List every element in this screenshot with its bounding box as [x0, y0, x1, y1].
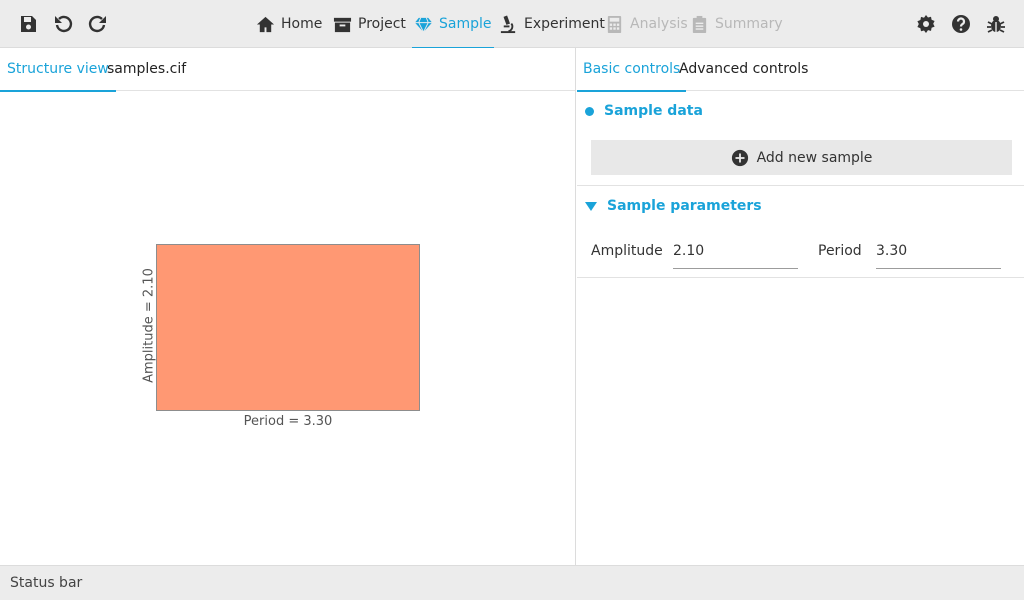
divider	[577, 185, 1024, 186]
add-new-sample-label: Add new sample	[756, 149, 873, 166]
sample-data-title: Sample data	[604, 103, 703, 119]
structure-shape	[156, 244, 420, 411]
bug-icon	[987, 16, 1005, 33]
tab-summary[interactable]: Summary	[690, 0, 783, 48]
save-button[interactable]	[16, 12, 40, 36]
undo-icon	[55, 15, 73, 33]
help-icon	[952, 15, 970, 33]
preferences-button[interactable]	[914, 12, 938, 36]
tab-advanced-controls[interactable]: Advanced controls	[673, 48, 814, 91]
amplitude-axis-label: Amplitude = 2.10	[141, 268, 157, 383]
tab-home-label: Home	[281, 16, 323, 32]
amplitude-label: Amplitude	[591, 243, 663, 259]
archive-icon	[333, 17, 352, 32]
tab-samples-cif-label: samples.cif	[107, 61, 187, 77]
status-bar: Status bar	[0, 565, 1024, 600]
tab-structure-view-label: Structure view	[7, 61, 109, 77]
redo-icon	[88, 15, 106, 33]
structure-panel: Structure view samples.cif Period = 3.30…	[0, 48, 576, 565]
right-subtabs: Basic controls Advanced controls	[577, 48, 1024, 92]
save-icon	[21, 16, 36, 32]
tab-samples-cif[interactable]: samples.cif	[100, 48, 193, 91]
sample-parameters-title: Sample parameters	[607, 198, 762, 214]
controls-panel: Basic controls Advanced controls Sample …	[577, 48, 1024, 565]
tab-structure-view[interactable]: Structure view	[0, 48, 116, 92]
undo-button[interactable]	[51, 12, 75, 36]
left-subtabs: Structure view samples.cif	[0, 48, 575, 92]
collapse-arrow-icon	[585, 201, 597, 211]
amplitude-input[interactable]	[673, 233, 798, 269]
tab-project-label: Project	[358, 16, 406, 32]
status-text: Status bar	[10, 575, 83, 591]
microscope-icon	[500, 15, 516, 33]
top-toolbar: Home Project Sample Experiment Analysis …	[0, 0, 1024, 49]
bug-report-button[interactable]	[984, 12, 1008, 36]
tab-analysis[interactable]: Analysis	[605, 0, 688, 48]
bullet-icon	[585, 106, 594, 116]
period-axis-label: Period = 3.30	[243, 414, 333, 429]
tab-experiment-label: Experiment	[524, 16, 605, 32]
home-icon	[256, 16, 275, 32]
sample-data-group-header[interactable]: Sample data	[585, 103, 703, 119]
add-new-sample-button[interactable]: Add new sample	[591, 140, 1012, 175]
tab-analysis-label: Analysis	[630, 16, 688, 32]
tab-summary-label: Summary	[715, 16, 783, 32]
help-button[interactable]	[949, 12, 973, 36]
gem-icon	[414, 17, 433, 33]
period-label: Period	[818, 243, 862, 259]
divider	[577, 277, 1024, 278]
plus-circle-icon	[731, 149, 748, 166]
sample-parameters-group-header[interactable]: Sample parameters	[585, 198, 762, 214]
calculator-icon	[607, 15, 622, 33]
gear-icon	[917, 15, 935, 33]
tab-basic-controls-label: Basic controls	[583, 61, 681, 77]
tab-sample-label: Sample	[439, 16, 492, 32]
tab-basic-controls[interactable]: Basic controls	[577, 48, 687, 92]
redo-button[interactable]	[86, 12, 110, 36]
clipboard-icon	[692, 15, 707, 33]
tab-experiment[interactable]: Experiment	[499, 0, 605, 48]
tab-sample[interactable]: Sample	[412, 0, 493, 49]
tab-project[interactable]: Project	[333, 0, 406, 48]
tab-advanced-controls-label: Advanced controls	[679, 61, 809, 77]
tab-home[interactable]: Home	[256, 0, 322, 48]
period-input[interactable]	[876, 233, 1001, 269]
